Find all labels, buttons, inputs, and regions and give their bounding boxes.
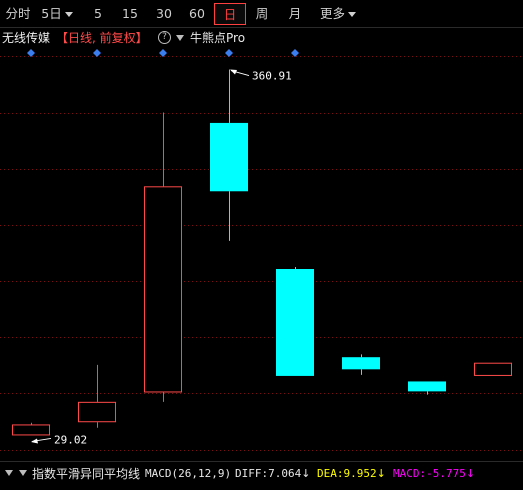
candle-body-down xyxy=(342,357,380,370)
macd-value: MACD:-5.775↓ xyxy=(393,463,475,485)
help-glyph: ? xyxy=(162,32,167,42)
stock-name: 无线传媒 xyxy=(2,31,51,45)
diff-value: DIFF:7.064↓ xyxy=(235,463,310,485)
tab-60min[interactable]: 60 xyxy=(186,3,208,25)
candlestick-chart: 360.91 29.02 xyxy=(0,49,523,451)
triangle-down-icon[interactable] xyxy=(176,35,184,41)
indicator-params: MACD(26,12,9) xyxy=(145,467,232,480)
macd-text: MACD:-5.775 xyxy=(393,467,466,480)
signal-marker xyxy=(159,49,167,57)
tab-5day[interactable]: 5日 xyxy=(40,3,74,25)
signal-marker xyxy=(291,49,299,57)
tab-15min[interactable]: 15 xyxy=(119,3,141,25)
tab-label: 30 xyxy=(156,6,172,21)
tab-label: 日 xyxy=(223,7,237,22)
tab-label: 60 xyxy=(189,6,205,21)
candle-body-down xyxy=(408,381,446,392)
period-toolbar: 分时 5日 5 15 30 60 日 周 月 更多 xyxy=(0,0,523,28)
signal-marker xyxy=(27,49,35,57)
tab-intraday[interactable]: 分时 xyxy=(4,3,32,25)
candle-body-up xyxy=(12,424,50,436)
chevron-down-icon xyxy=(348,12,356,17)
dea-text: DEA:9.952 xyxy=(317,467,377,480)
tab-label: 分时 xyxy=(5,6,31,21)
chart-info-bar: 无线传媒 【日线, 前复权】 ? 牛熊点Pro xyxy=(0,29,523,47)
tab-label: 5 xyxy=(94,6,102,21)
dea-value: DEA:9.952↓ xyxy=(317,463,386,485)
bull-bear-label[interactable]: 牛熊点Pro xyxy=(190,29,245,47)
indicator-bar: 指数平滑异同平均线 MACD(26,12,9) DIFF:7.064↓ DEA:… xyxy=(0,461,523,490)
tab-weekly[interactable]: 周 xyxy=(252,3,272,25)
candle-body-down xyxy=(276,268,314,376)
tab-daily[interactable]: 日 xyxy=(214,3,246,25)
signal-marker xyxy=(93,49,101,57)
tab-5min[interactable]: 5 xyxy=(89,3,107,25)
chevron-down-icon xyxy=(64,12,73,17)
triangle-down-icon[interactable] xyxy=(5,470,13,476)
tab-label: 15 xyxy=(122,6,138,21)
diff-text: DIFF:7.064 xyxy=(235,467,302,480)
tab-label: 5日 xyxy=(41,6,62,21)
tab-label: 周 xyxy=(255,6,269,21)
tab-label: 月 xyxy=(288,6,302,21)
arrow-down-icon: ↓ xyxy=(301,467,311,480)
tab-monthly[interactable]: 月 xyxy=(285,3,305,25)
help-icon[interactable]: ? xyxy=(158,31,171,44)
signal-marker xyxy=(225,49,233,57)
min-price-label: 29.02 xyxy=(54,433,87,446)
tab-more[interactable]: 更多 xyxy=(318,3,358,25)
max-price-label: 360.91 xyxy=(252,70,292,83)
period-adjust-label[interactable]: 【日线, 前复权】 xyxy=(56,29,148,47)
max-pointer-arrowhead xyxy=(230,69,237,75)
candle-body-up xyxy=(144,186,182,393)
candle-body-up xyxy=(78,401,116,423)
arrow-down-icon: ↓ xyxy=(376,467,386,480)
candle-body-up xyxy=(474,362,512,376)
triangle-down-icon[interactable] xyxy=(19,470,27,476)
arrow-down-icon: ↓ xyxy=(465,467,476,480)
candle-body-down xyxy=(210,122,248,192)
tab-30min[interactable]: 30 xyxy=(153,3,175,25)
indicator-name[interactable]: 指数平滑异同平均线 xyxy=(32,463,140,485)
tab-label: 更多 xyxy=(319,6,345,21)
